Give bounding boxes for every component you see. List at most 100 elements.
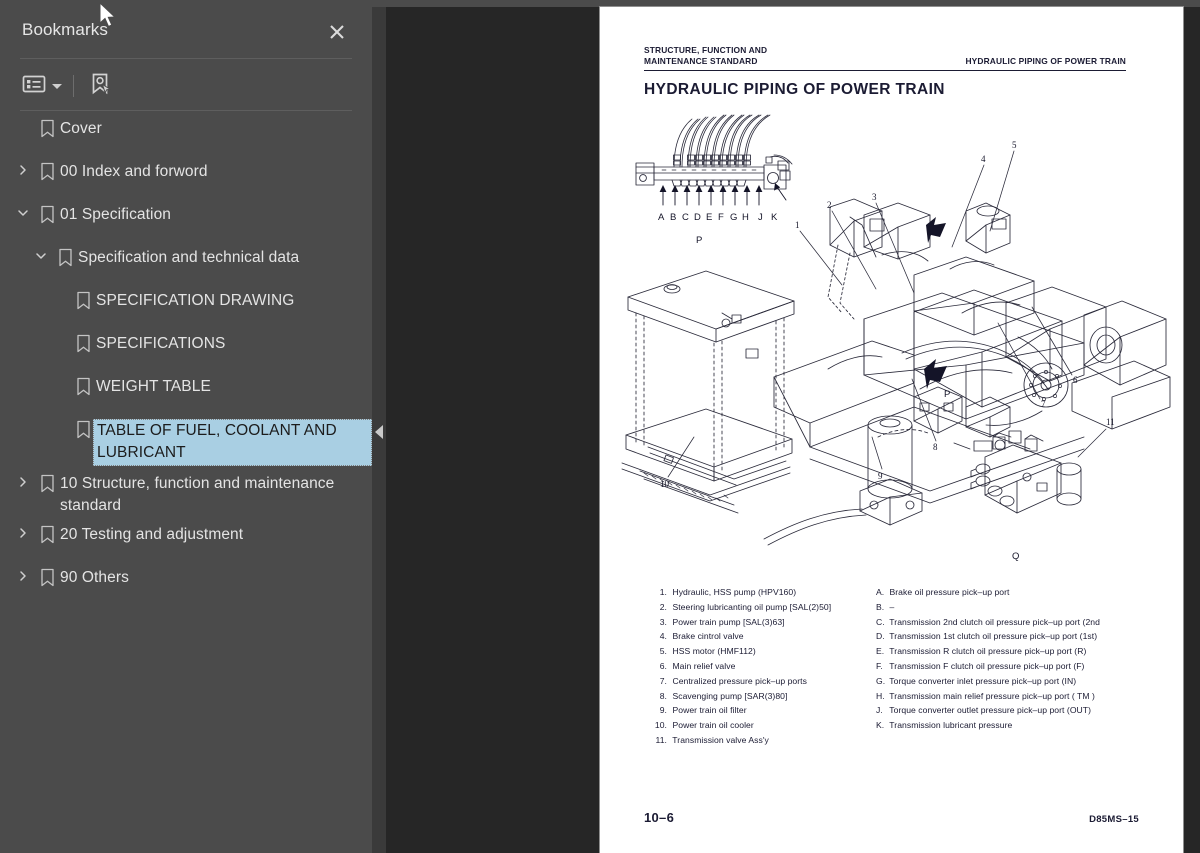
legend-key: 7. xyxy=(659,675,667,686)
bookmark-item[interactable]: 90 Others xyxy=(0,560,372,603)
chevron-right-icon[interactable] xyxy=(12,524,34,539)
legend-lettered-column: A. Brake oil pressure pick–up port B. – C.… xyxy=(876,585,1156,733)
legend-key: 1. xyxy=(659,587,667,597)
chevron-down-icon[interactable] xyxy=(12,204,34,219)
twisty-spacer xyxy=(48,376,70,379)
legend-entry: 9. Power train oil filter xyxy=(652,703,887,718)
chevron-right-icon[interactable] xyxy=(12,473,34,488)
twisty-spacer xyxy=(12,118,34,121)
running-header-rule xyxy=(644,70,1126,72)
toolbar-separator xyxy=(73,75,74,97)
figure-port-label-G: G xyxy=(730,212,737,223)
figure-callout-11: 11 xyxy=(1106,417,1115,427)
bookmark-icon xyxy=(34,204,60,224)
legend-key: 5. xyxy=(659,646,667,657)
legend-entry: J. Torque converter outlet pressure pick… xyxy=(876,703,1156,718)
bookmark-icon xyxy=(70,333,96,353)
new-bookmark-icon xyxy=(87,71,113,102)
chevron-right-icon[interactable] xyxy=(12,161,34,176)
figure-callout-2: 2 xyxy=(827,200,832,210)
chevron-right-icon[interactable] xyxy=(12,567,34,582)
bookmark-tree: Cover 00 Index and forword 01 Specificatio… xyxy=(0,111,372,603)
bookmark-item-label: 20 Testing and adjustment xyxy=(60,526,244,543)
legend-numbered-column: 1. Hydraulic, HSS pump (HPV160) 2. Steeri… xyxy=(652,585,887,748)
legend-key: 11. xyxy=(655,734,667,745)
bookmark-item[interactable]: TABLE OF FUEL, COOLANT AND LUBRICANT xyxy=(0,412,372,466)
chevron-down-icon[interactable] xyxy=(30,247,52,262)
legend-entry: B. – xyxy=(876,600,1156,615)
figure-callout-10: 10 xyxy=(660,479,670,489)
legend-entry: A. Brake oil pressure pick–up port xyxy=(876,585,1156,600)
bookmark-item-label: WEIGHT TABLE xyxy=(96,378,211,395)
bookmark-item[interactable]: 01 Specification xyxy=(0,197,372,240)
bookmark-icon xyxy=(52,247,78,267)
legend-key: 10. xyxy=(654,720,667,731)
legend-key: A. xyxy=(876,587,885,597)
bookmark-item[interactable]: Cover xyxy=(0,111,372,154)
legend-key: G. xyxy=(876,675,886,686)
new-bookmark-button[interactable] xyxy=(85,70,115,102)
bookmarks-sidebar: Bookmarks Cover 00 Index and forword 01 … xyxy=(0,7,372,853)
legend-entry: D. Transmission 1st clutch oil pressure … xyxy=(876,629,1156,644)
legend-key: J. xyxy=(876,705,883,716)
figure-callout-3: 3 xyxy=(872,192,877,202)
legend-text: Transmission valve Ass'y xyxy=(672,734,769,745)
bookmark-item[interactable]: WEIGHT TABLE xyxy=(0,369,372,412)
legend-text: Transmission R clutch oil pressure pick–… xyxy=(889,646,1087,657)
bookmark-item[interactable]: 10 Structure, function and maintenance s… xyxy=(0,466,372,517)
figure-callout-8: 8 xyxy=(933,442,938,452)
bookmark-item-label: 01 Specification xyxy=(60,206,172,223)
legend-text: Hydraulic, HSS pump (HPV160) xyxy=(672,587,797,597)
figure-callout-Q: Q xyxy=(1012,551,1019,562)
legend-key: 2. xyxy=(659,601,667,612)
running-header: STRUCTURE, FUNCTION AND MAINTENANCE STAN… xyxy=(644,45,1126,72)
bookmark-item-label: 00 Index and forword xyxy=(60,163,208,180)
close-icon[interactable] xyxy=(324,19,350,45)
bookmark-item[interactable]: SPECIFICATIONS xyxy=(0,326,372,369)
legend-text: Torque converter inlet pressure pick–up … xyxy=(889,675,1077,686)
figure-callout-7: 7 xyxy=(1041,399,1046,409)
bookmark-item-label: Specification and technical data xyxy=(78,249,300,266)
legend-entry: G. Torque converter inlet pressure pick–… xyxy=(876,674,1156,689)
legend-entry: 11. Transmission valve Ass'y xyxy=(652,733,887,748)
legend-entry: F. Transmission F clutch oil pressure pi… xyxy=(876,659,1156,674)
figure-callout-9: 9 xyxy=(878,471,883,481)
legend-entry: 7. Centralized pressure pick–up ports xyxy=(652,674,887,689)
legend-text: HSS motor (HMF112) xyxy=(672,646,756,657)
pdf-page[interactable]: STRUCTURE, FUNCTION AND MAINTENANCE STAN… xyxy=(600,7,1183,853)
bookmarks-toolbar xyxy=(20,66,115,106)
bookmark-options-button[interactable] xyxy=(20,70,64,102)
legend-entry: 4. Brake cintrol valve xyxy=(652,629,887,644)
legend-entry: 6. Main relief valve xyxy=(652,659,887,674)
bookmark-item-label: 10 Structure, function and maintenance s… xyxy=(60,475,335,514)
legend-entry: K. Transmission lubricant pressure xyxy=(876,718,1156,733)
sidebar-collapse-handle[interactable] xyxy=(372,7,386,853)
legend-text: Brake cintrol valve xyxy=(672,631,744,642)
legend-key: K. xyxy=(876,720,885,731)
bookmarks-header: Bookmarks xyxy=(0,7,372,55)
legend-text: Power train oil filter xyxy=(672,705,747,716)
legend-text: Steering lubricanting oil pump [SAL(2)50… xyxy=(672,601,832,612)
bookmark-item[interactable]: 00 Index and forword xyxy=(0,154,372,197)
legend-key: B. xyxy=(876,601,885,612)
bookmark-item[interactable]: SPECIFICATION DRAWING xyxy=(0,283,372,326)
legend-entry: C. Transmission 2nd clutch oil pressure … xyxy=(876,615,1156,630)
figure-port-label-C: C xyxy=(682,212,689,223)
bookmark-icon xyxy=(70,376,96,396)
bookmark-icon xyxy=(34,473,60,493)
legend-text: Main relief valve xyxy=(672,660,736,671)
bookmark-item[interactable]: 20 Testing and adjustment xyxy=(0,517,372,560)
bookmark-item[interactable]: Specification and technical data xyxy=(0,240,372,283)
page-number: 10–6 xyxy=(644,810,675,825)
figure-callout-P-top: P xyxy=(696,235,702,246)
legend-text: Centralized pressure pick–up ports xyxy=(672,675,807,686)
window-top-strip-right xyxy=(600,0,1200,7)
legend-key: E. xyxy=(876,646,885,657)
page-title: HYDRAULIC PIPING OF POWER TRAIN xyxy=(644,81,945,98)
bookmark-item-label: TABLE OF FUEL, COOLANT AND LUBRICANT xyxy=(93,419,372,466)
bookmark-icon xyxy=(34,567,60,587)
figure-port-label-J: J xyxy=(758,212,763,223)
figure-callout-6: 6 xyxy=(1073,375,1078,385)
legend-text: Scavenging pump [SAR(3)80] xyxy=(672,690,788,701)
legend-key: 3. xyxy=(659,616,667,627)
